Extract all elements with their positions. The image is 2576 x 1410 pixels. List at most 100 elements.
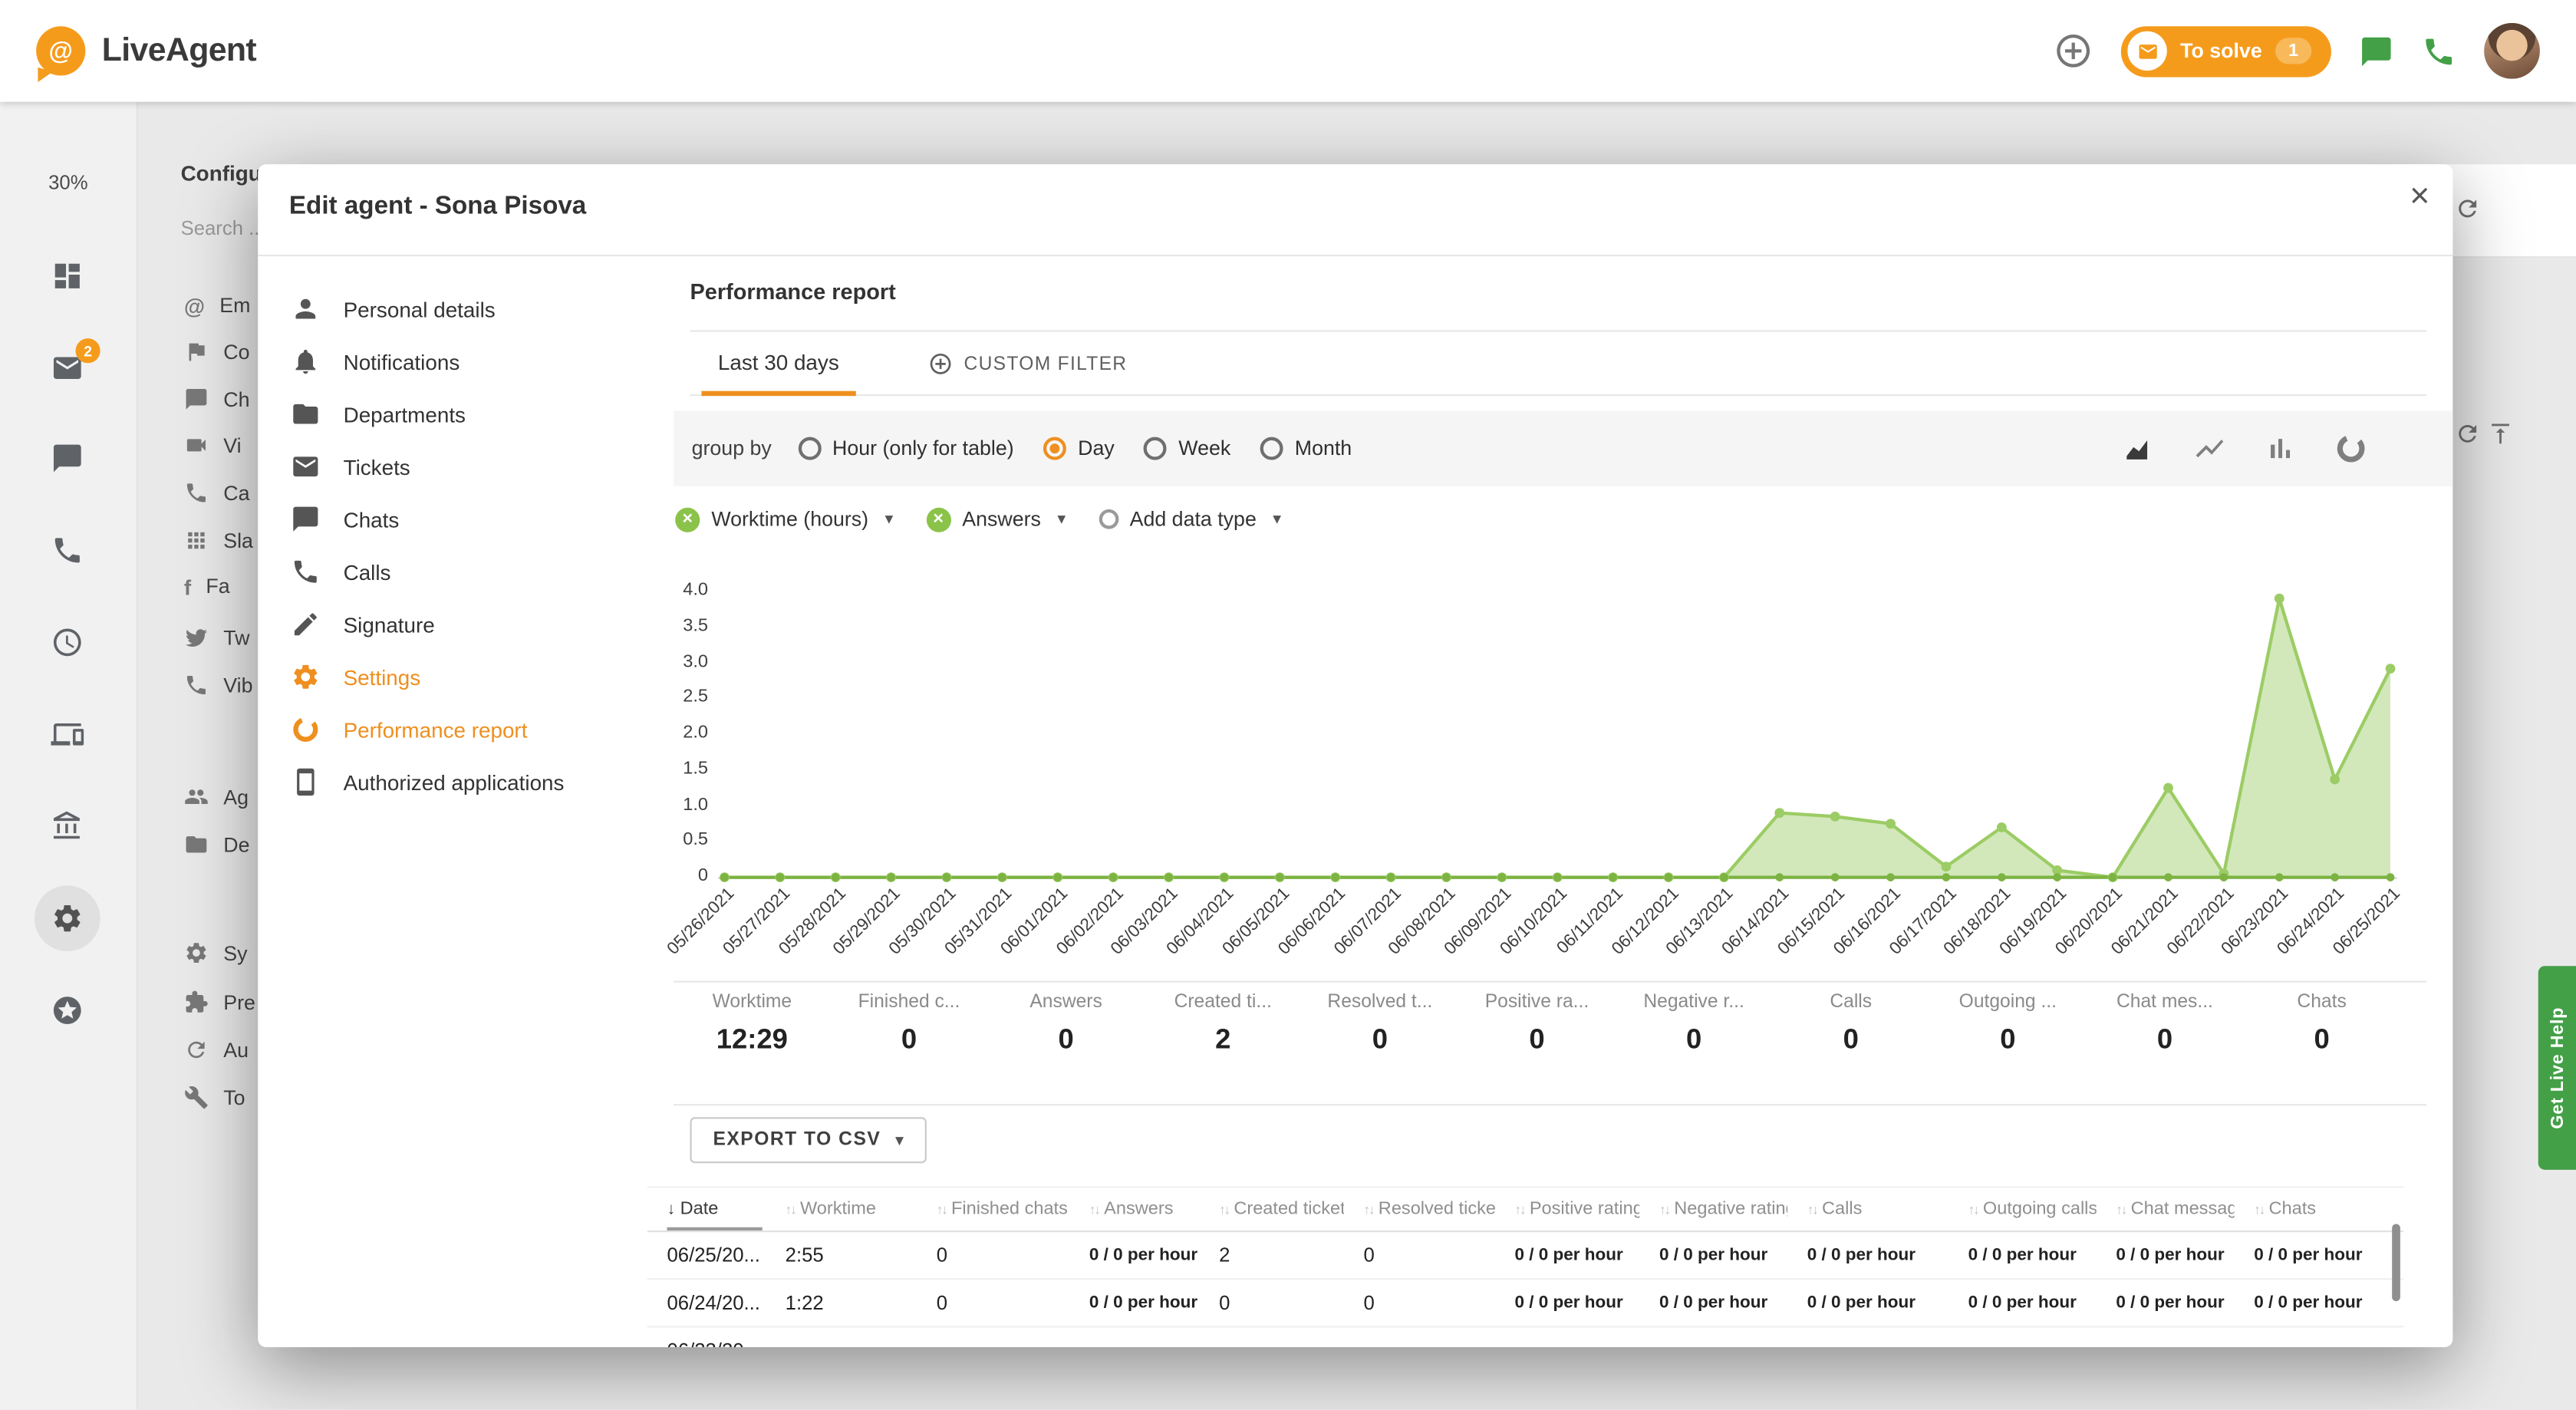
add-circle-icon[interactable]: [1099, 509, 1118, 529]
table-cell: [917, 1327, 1069, 1347]
chevron-down-icon[interactable]: ▾: [1057, 510, 1066, 529]
group-by-hour-only-for-table[interactable]: Hour (only for table): [798, 437, 1014, 460]
column-label: Chats: [2269, 1199, 2317, 1219]
column-header-negative-rating[interactable]: ↑↓Negative rating: [1639, 1188, 1787, 1230]
devices-icon: [51, 718, 84, 751]
refresh-icon[interactable]: [2455, 420, 2481, 446]
refresh-icon[interactable]: [2455, 196, 2481, 222]
to-solve-button[interactable]: To solve 1: [2121, 25, 2331, 76]
config-item-ch[interactable]: Ch: [184, 387, 250, 411]
config-item-em[interactable]: @Em: [184, 294, 251, 317]
chevron-down-icon[interactable]: ▾: [885, 510, 894, 529]
data-type-chip-worktime-hours[interactable]: ×Worktime (hours)▾: [675, 507, 893, 532]
sidebar-item-mail[interactable]: 2: [51, 351, 84, 384]
agent-nav-authorized-applications[interactable]: Authorized applications: [271, 756, 662, 809]
config-item-label: Vi: [223, 433, 241, 456]
avatar[interactable]: [2484, 23, 2540, 79]
nav-item-label: Tickets: [344, 454, 410, 479]
stat-value: 0: [2243, 1023, 2400, 1056]
table-cell: 2:55: [766, 1232, 917, 1278]
column-header-worktime[interactable]: ↑↓Worktime: [766, 1188, 917, 1230]
config-item-tw[interactable]: Tw: [184, 625, 250, 650]
agent-nav-chats[interactable]: Chats: [271, 493, 662, 545]
column-header-chats[interactable]: ↑↓Chats: [2235, 1188, 2404, 1230]
chat-icon[interactable]: [2359, 34, 2393, 68]
agent-nav-calls[interactable]: Calls: [271, 545, 662, 598]
mail-icon: [2136, 40, 2158, 61]
search-input[interactable]: Search ...: [181, 217, 265, 240]
chevron-down-icon[interactable]: ▾: [1273, 510, 1281, 529]
add-circle-icon[interactable]: [2054, 31, 2093, 71]
add-circle-icon: [2054, 31, 2093, 71]
phone-icon: [184, 480, 209, 505]
group-by-month[interactable]: Month: [1260, 437, 1352, 460]
config-item-vi[interactable]: Vi: [184, 433, 242, 457]
sidebar-item-dashboard[interactable]: [51, 259, 84, 292]
config-item-label: Vib: [223, 674, 252, 697]
column-header-answers[interactable]: ↑↓Answers: [1069, 1188, 1199, 1230]
config-item-to[interactable]: To: [184, 1086, 245, 1110]
agent-nav-personal-details[interactable]: Personal details: [271, 282, 662, 335]
column-header-date[interactable]: ↓Date: [647, 1188, 766, 1230]
close-icon[interactable]: ×: [2410, 177, 2429, 216]
config-item-fa[interactable]: fFa: [184, 575, 230, 598]
area-chart-icon[interactable]: [2123, 432, 2156, 465]
column-header-finished-chats[interactable]: ↑↓Finished chats: [917, 1188, 1069, 1230]
column-header-calls[interactable]: ↑↓Calls: [1787, 1188, 1948, 1230]
agent-nav-signature[interactable]: Signature: [271, 598, 662, 651]
data-type-chip-answers[interactable]: ×Answers▾: [926, 507, 1066, 532]
line-chart-icon[interactable]: [2193, 432, 2226, 465]
config-item-vib[interactable]: Vib: [184, 673, 253, 697]
sidebar-item-bank[interactable]: [51, 810, 84, 843]
agent-nav-departments[interactable]: Departments: [271, 387, 662, 440]
data-type-chip-add-data-type[interactable]: Add data type▾: [1099, 508, 1281, 531]
remove-icon[interactable]: ×: [675, 507, 700, 532]
config-item-au[interactable]: Au: [184, 1037, 249, 1062]
phone-icon[interactable]: [2422, 34, 2456, 68]
config-item-sla[interactable]: Sla: [184, 529, 253, 553]
sidebar-item-chat[interactable]: [51, 442, 84, 475]
video-icon: [184, 433, 209, 457]
table-scrollbar[interactable]: [2392, 1224, 2400, 1301]
column-header-chat-messages[interactable]: ↑↓Chat messages: [2097, 1188, 2235, 1230]
column-header-positive-rating[interactable]: ↑↓Positive rating: [1495, 1188, 1639, 1230]
agent-nav-notifications[interactable]: Notifications: [271, 335, 662, 388]
sidebar-item-settings[interactable]: [35, 885, 100, 951]
table-row: 06/23/20...: [647, 1327, 2403, 1347]
column-header-outgoing-calls[interactable]: ↑↓Outgoing calls: [1948, 1188, 2097, 1230]
column-header-resolved-tickets[interactable]: ↑↓Resolved tickets: [1344, 1188, 1495, 1230]
bar-chart-icon[interactable]: [2264, 432, 2297, 465]
config-item-ca[interactable]: Ca: [184, 480, 250, 505]
export-to-csv-button[interactable]: EXPORT TO CSV ▾: [690, 1117, 927, 1163]
stat-calls: Calls0: [1772, 993, 1929, 1057]
sidebar-item-devices[interactable]: [51, 718, 84, 751]
upload-icon[interactable]: [2487, 420, 2513, 446]
table-cell: 0 / 0 per hour: [1639, 1232, 1787, 1278]
live-help-tab[interactable]: Get Live Help: [2538, 966, 2576, 1170]
y-axis-label: 4.0: [652, 580, 708, 600]
sidebar-item-star[interactable]: [51, 994, 84, 1027]
tab-label: Last 30 days: [718, 349, 839, 374]
remove-icon[interactable]: ×: [926, 507, 950, 532]
group-by-week[interactable]: Week: [1144, 437, 1230, 460]
sidebar-item-phone[interactable]: [51, 534, 84, 567]
config-item-de[interactable]: De: [184, 832, 250, 857]
tab-custom-filter[interactable]: CUSTOM FILTER: [911, 332, 1144, 397]
agent-nav-performance-report[interactable]: Performance report: [271, 703, 662, 756]
agent-nav-settings[interactable]: Settings: [271, 651, 662, 703]
sidebar-item-history[interactable]: [51, 626, 84, 659]
config-item-label: To: [223, 1086, 245, 1109]
stat-value: 0: [987, 1023, 1145, 1056]
config-item-sy[interactable]: Sy: [184, 941, 248, 965]
nav-item-label: Authorized applications: [344, 769, 565, 794]
group-by-day[interactable]: Day: [1043, 437, 1115, 460]
bank-icon: [51, 810, 84, 843]
column-header-created-tickets[interactable]: ↑↓Created tickets: [1199, 1188, 1343, 1230]
tab-last-30-days[interactable]: Last 30 days: [701, 332, 855, 397]
nav-item-label: Performance report: [344, 717, 528, 742]
config-item-ag[interactable]: Ag: [184, 785, 249, 809]
donut-chart-icon[interactable]: [2334, 432, 2367, 465]
agent-nav-tickets[interactable]: Tickets: [271, 440, 662, 493]
config-item-co[interactable]: Co: [184, 339, 250, 364]
config-item-pre[interactable]: Pre: [184, 990, 255, 1014]
